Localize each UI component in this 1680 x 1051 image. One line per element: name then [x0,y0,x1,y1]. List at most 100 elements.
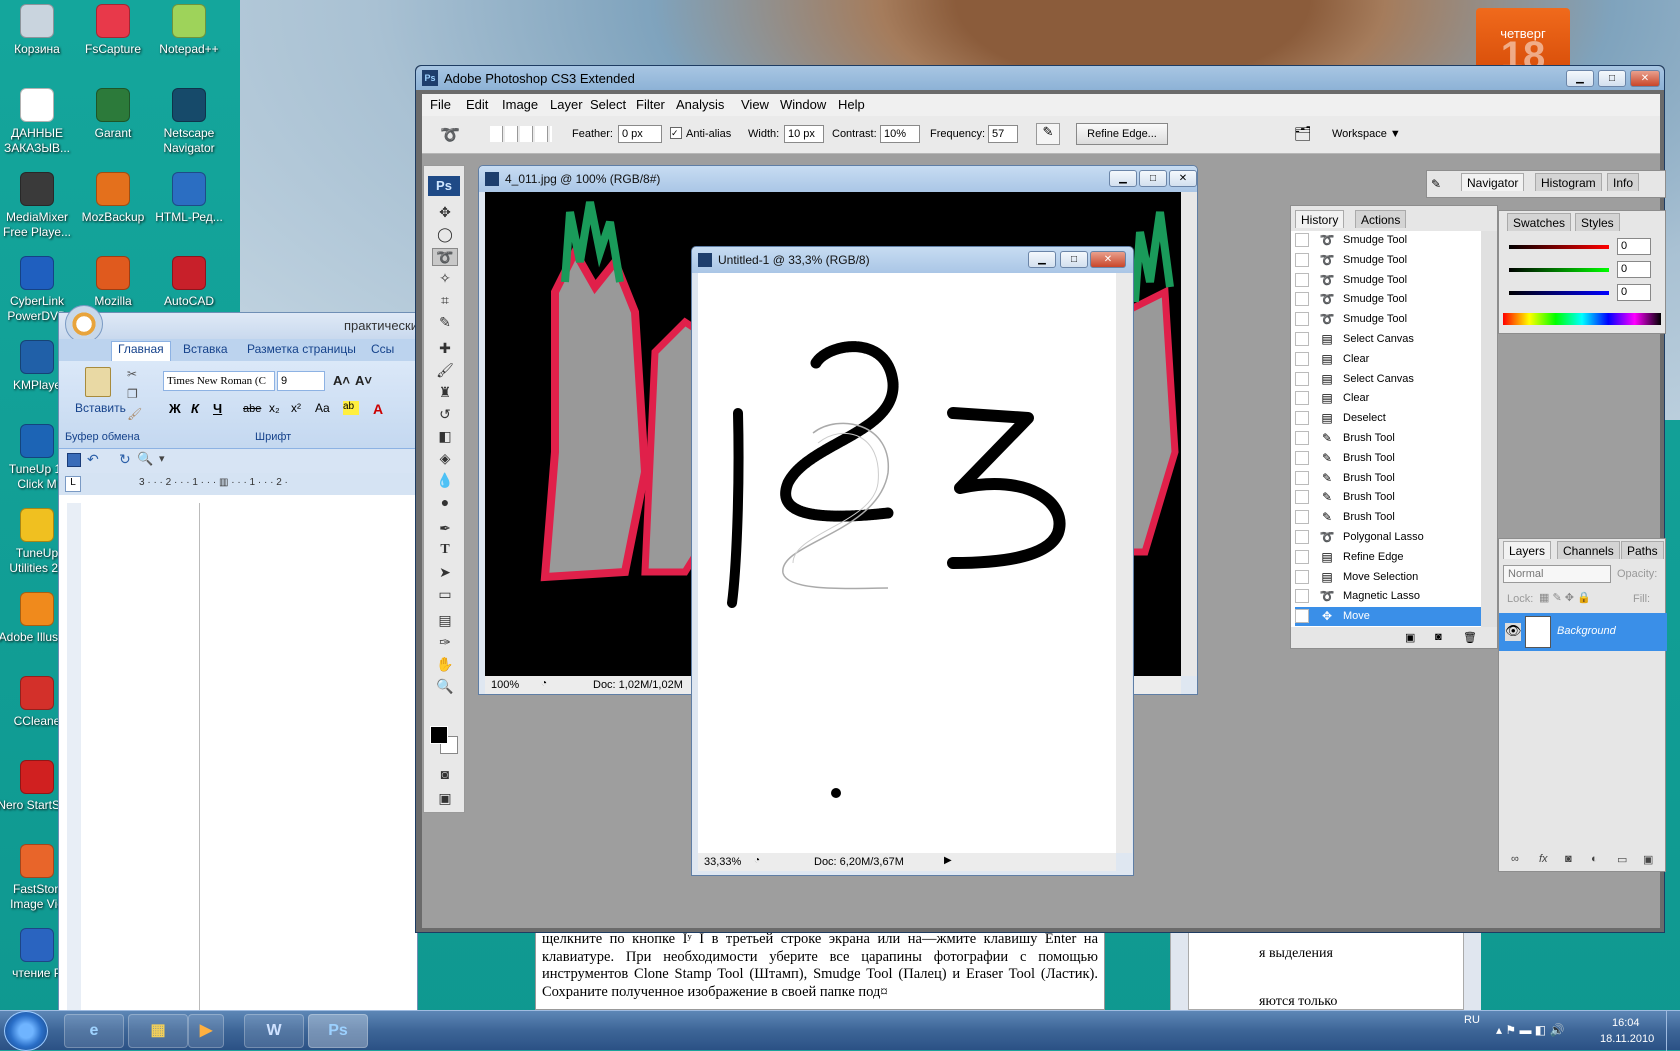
menu-file[interactable]: File [430,97,451,112]
contrast-input[interactable]: 10% [880,125,920,143]
menu-window[interactable]: Window [780,97,826,112]
tab-layers[interactable]: Layers [1503,541,1552,559]
word-body-text[interactable]: щелкните по кнопке Iʸ I в третьей строке… [535,925,1105,1010]
clock-time[interactable]: 16:04 [1612,1017,1640,1029]
history-state[interactable]: ✥ Move [1295,607,1481,627]
undo-icon[interactable]: ↶ [87,451,99,468]
new-document-from-state-icon[interactable]: ▣ [1405,631,1415,644]
frequency-input[interactable]: 57 [988,125,1018,143]
history-state[interactable]: ▤ Deselect [1295,409,1481,428]
adjustment-layer-icon[interactable]: ◐ [1591,853,1598,865]
status-menu-icon[interactable]: ◔ [754,855,760,866]
history-state[interactable]: ▤ Select Canvas [1295,330,1481,349]
scrollbar[interactable] [1181,192,1197,676]
tab-navigator[interactable]: Navigator [1461,173,1525,191]
history-state[interactable]: ▤ Clear [1295,389,1481,408]
menu-analysis[interactable]: Analysis [676,97,724,112]
history-state[interactable]: ▤ Refine Edge [1295,548,1481,567]
desktop-icon[interactable]: MozBackup [73,172,153,225]
redo-icon[interactable]: ↻ [119,451,131,468]
tab-paths[interactable]: Paths [1621,541,1664,559]
layer-row-background[interactable]: 👁 Background [1499,613,1667,651]
menu-help[interactable]: Help [838,97,865,112]
tab-history[interactable]: History [1295,210,1345,228]
eyedropper-icon[interactable]: ✑ [432,634,458,652]
history-source-checkbox[interactable] [1295,530,1309,544]
tab-insert[interactable]: Вставка [183,342,228,356]
history-state[interactable]: ➰ Magnetic Lasso [1295,587,1481,606]
bridge-icon[interactable]: 🗂 [1294,125,1312,142]
slice-tool-icon[interactable]: ✎ [432,314,458,332]
status-menu-icon[interactable]: ◔ [541,678,547,689]
eraser-tool-icon[interactable]: ◧ [432,428,458,446]
doc2-minimize-button[interactable]: ▁ [1028,251,1056,268]
delete-state-icon[interactable]: 🗑 [1463,631,1477,644]
tab-actions[interactable]: Actions [1355,210,1407,228]
shape-tool-icon[interactable]: ▭ [432,586,458,604]
history-state[interactable]: ➰ Smudge Tool [1295,251,1481,270]
history-source-checkbox[interactable] [1295,490,1309,505]
print-preview-icon[interactable]: 🔍 [137,451,153,467]
scrollbar[interactable] [1463,926,1481,1011]
underline-button[interactable]: Ч [213,401,222,416]
start-button[interactable] [4,1011,48,1051]
history-source-checkbox[interactable] [1295,609,1309,624]
workspace-menu[interactable]: Workspace ▼ [1332,128,1401,140]
shrink-font-icon[interactable]: A˅ [355,373,372,388]
taskbar-ie[interactable]: e [64,1014,124,1048]
doc2-maximize-button[interactable]: □ [1060,251,1088,268]
history-brush-icon[interactable]: ↺ [432,406,458,424]
menu-view[interactable]: View [741,97,769,112]
taskbar-explorer[interactable]: ▦ [128,1014,188,1048]
doc1-minimize-button[interactable]: ▁ [1109,170,1137,187]
tab-page-layout[interactable]: Разметка страницы [247,342,356,356]
doc1-close-button[interactable]: ✕ [1169,170,1197,187]
desktop-icon[interactable]: HTML-Ред... [149,172,229,225]
history-source-checkbox[interactable] [1295,233,1309,247]
tab-styles[interactable]: Styles [1575,213,1620,231]
history-source-checkbox[interactable] [1295,272,1309,287]
history-state[interactable]: ✎ Brush Tool [1295,449,1481,468]
menu-image[interactable]: Image [502,97,538,112]
font-size-select[interactable]: 9 [277,371,325,391]
path-selection-icon[interactable]: ➤ [432,564,458,582]
superscript-button[interactable]: x² [291,401,301,415]
notes-tool-icon[interactable]: ▤ [432,612,458,630]
desktop-icon[interactable]: ДАННЫЕ ЗАКАЗЫВ... [0,88,77,156]
visibility-eye-icon[interactable]: 👁 [1505,623,1522,641]
desktop-icon[interactable]: Garant [73,88,153,141]
new-snapshot-icon[interactable]: ◙ [1435,631,1442,643]
healing-brush-icon[interactable]: ✚ [432,340,458,358]
history-state[interactable]: ➰ Smudge Tool [1295,271,1481,290]
format-painter-icon[interactable]: 🖌 [127,407,142,421]
photoshop-titlebar[interactable]: Ps Adobe Photoshop CS3 Extended ▁ □ ✕ [416,66,1664,90]
doc2-zoom[interactable]: 33,33% [704,856,741,868]
history-source-checkbox[interactable] [1295,371,1309,386]
red-slider[interactable] [1509,245,1609,249]
pen-tool-icon[interactable]: ✒ [432,520,458,538]
quick-mask-icon[interactable]: ◙ [432,766,458,784]
doc1-maximize-button[interactable]: □ [1139,170,1167,187]
history-source-checkbox[interactable] [1295,589,1309,604]
clock-date[interactable]: 18.11.2010 [1600,1033,1654,1045]
history-source-checkbox[interactable] [1295,312,1309,327]
italic-button[interactable]: К [191,401,199,416]
history-state[interactable]: ➰ Polygonal Lasso [1295,528,1481,547]
history-state[interactable]: ✎ Brush Tool [1295,469,1481,488]
menu-edit[interactable]: Edit [466,97,488,112]
type-tool-icon[interactable]: T [432,542,458,560]
selection-mode-icons[interactable] [490,126,552,142]
history-source-checkbox[interactable] [1295,411,1309,426]
scrollbar[interactable] [1171,926,1189,1011]
strikethrough-button[interactable]: abe [243,403,261,415]
panel-collapse-icon[interactable]: ✎ [1431,177,1441,191]
highlight-icon[interactable]: ab [343,401,359,415]
menu-layer[interactable]: Layer [550,97,583,112]
history-source-checkbox[interactable] [1295,431,1309,445]
history-source-checkbox[interactable] [1295,510,1309,525]
desktop-icon[interactable]: Mozilla [73,256,153,309]
blue-value[interactable]: 0 [1617,284,1651,301]
layer-style-icon[interactable]: fx [1539,853,1548,865]
red-value[interactable]: 0 [1617,238,1651,255]
dodge-tool-icon[interactable]: ● [432,494,458,512]
